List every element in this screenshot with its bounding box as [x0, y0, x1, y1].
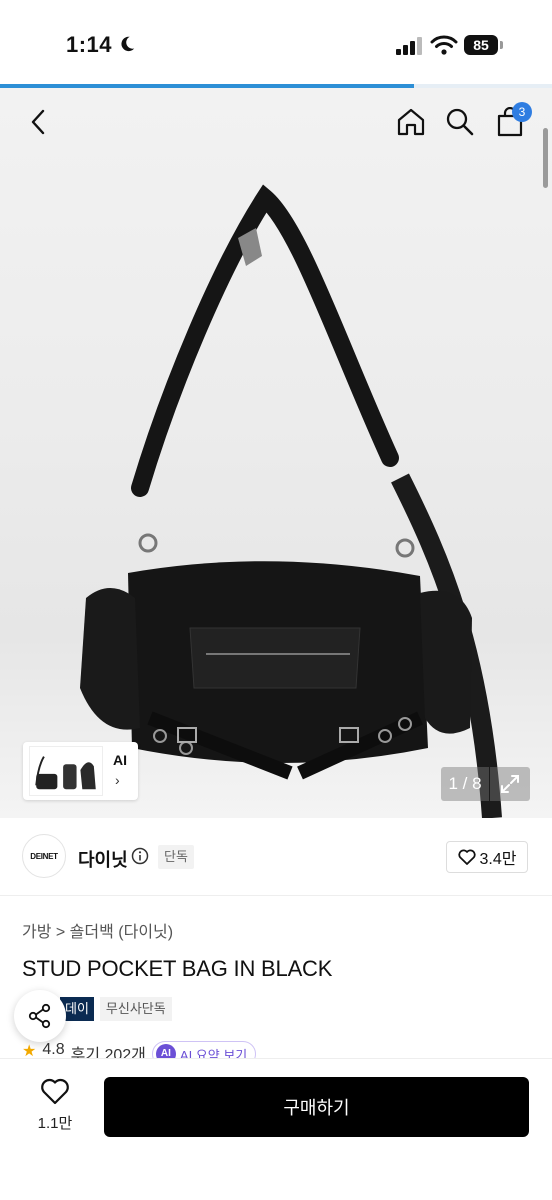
product-image-gallery[interactable] [0, 88, 552, 818]
wifi-icon [430, 35, 458, 55]
moon-icon [121, 36, 135, 52]
heart-icon [457, 849, 476, 865]
buy-button[interactable]: 구매하기 [104, 1077, 529, 1137]
tag-item: 무신사단독 [99, 997, 172, 1021]
breadcrumb[interactable]: 가방 > 숄더백 (다이닛) [22, 918, 173, 942]
home-icon [397, 108, 425, 136]
battery-level: 85 [464, 35, 498, 55]
chevron-right-icon: › [115, 772, 120, 788]
cellular-signal-icon [396, 37, 422, 55]
home-button[interactable] [391, 100, 431, 144]
brand-name[interactable]: 다이닛 [78, 846, 128, 872]
search-button[interactable] [440, 100, 480, 144]
info-icon[interactable] [131, 847, 149, 865]
back-button[interactable] [18, 100, 58, 144]
wishlist-count: 1.1만 [37, 1115, 73, 1132]
brand-row: DEINET 다이닛 단독 3.4만 [0, 820, 552, 896]
thumbnail-image [29, 746, 103, 796]
ai-similar-thumbnail[interactable]: AI › [23, 742, 138, 800]
rating-value: 4.8 [42, 1041, 65, 1058]
cart-count-badge: 3 [512, 102, 532, 122]
expand-icon [501, 775, 519, 793]
chevron-left-icon [31, 109, 45, 135]
product-title: STUD POCKET BAG IN BLACK [22, 956, 333, 981]
battery-icon: 85 [464, 35, 504, 57]
expand-image-button[interactable] [490, 767, 530, 801]
search-icon [446, 108, 474, 136]
brand-like-count: 3.4만 [479, 851, 517, 868]
product-image [80, 184, 502, 818]
exclusive-badge: 단독 [158, 845, 194, 869]
status-time: 1:14 [66, 32, 113, 57]
share-button[interactable] [14, 990, 66, 1042]
image-page-counter: 1 / 8 [441, 767, 489, 801]
status-bar: 1:14 85 [0, 0, 552, 86]
brand-logo[interactable]: DEINET [22, 834, 66, 878]
share-icon [28, 1003, 51, 1029]
bottom-action-bar: 1.1만 구매하기 [0, 1058, 552, 1200]
top-navigation: 3 [0, 100, 552, 146]
product-tags: 데이 무신사단독 [60, 997, 172, 1021]
thumbnail-ai-label: AI [113, 752, 127, 768]
wishlist-button[interactable]: 1.1만 [26, 1077, 84, 1133]
cart-button[interactable]: 3 [490, 100, 532, 144]
brand-like-button[interactable]: 3.4만 [446, 841, 528, 873]
heart-icon [41, 1078, 69, 1105]
